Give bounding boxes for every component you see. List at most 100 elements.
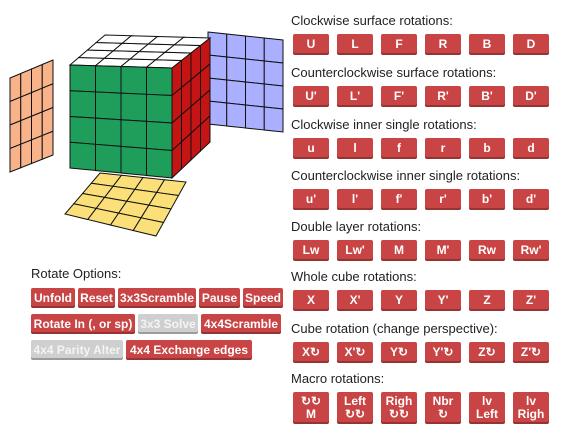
rotate-button[interactable]: f	[381, 138, 417, 159]
cube-sticker[interactable]	[263, 60, 284, 87]
cube-sticker[interactable]	[207, 31, 228, 58]
rotate-button[interactable]: ↻↻ M	[293, 392, 329, 424]
cube-sticker[interactable]	[95, 143, 122, 174]
cube-sticker[interactable]	[95, 117, 122, 147]
cube-viewport[interactable]	[0, 0, 285, 255]
back-face-projection[interactable]	[207, 31, 284, 133]
rotate-button[interactable]: L	[337, 34, 373, 55]
rotate-button[interactable]: Rw	[469, 240, 505, 261]
option-button[interactable]: 4x4Scramble	[201, 314, 281, 334]
cube-sticker[interactable]	[146, 66, 173, 97]
rotate-button[interactable]: B	[469, 34, 505, 55]
cube-sticker[interactable]	[69, 64, 96, 93]
cube-sticker[interactable]	[120, 119, 147, 149]
cube-sticker[interactable]	[207, 100, 228, 127]
rotate-button[interactable]: X↻	[293, 342, 329, 363]
rotate-button[interactable]: d'	[513, 189, 549, 210]
cube-sticker[interactable]	[69, 141, 96, 172]
option-button[interactable]: 4x4 Parity Alter	[31, 340, 123, 360]
cube-sticker[interactable]	[9, 143, 22, 173]
rotate-button[interactable]: r	[425, 138, 461, 159]
bottom-face-projection[interactable]	[64, 172, 187, 237]
rotate-button[interactable]: f'	[381, 189, 417, 210]
rotate-button[interactable]: B'	[469, 86, 505, 107]
rotate-button[interactable]: D	[513, 34, 549, 55]
option-button[interactable]: Reset	[78, 288, 115, 308]
cube-sticker[interactable]	[41, 130, 54, 160]
front-face[interactable]	[69, 64, 173, 179]
rotate-button[interactable]: R	[425, 34, 461, 55]
rotate-button[interactable]: Y	[381, 290, 417, 311]
cube-sticker[interactable]	[41, 106, 54, 137]
rotate-button[interactable]: Lw	[293, 240, 329, 261]
option-button[interactable]: Rotate In (, or sp)	[31, 314, 135, 334]
rotate-button[interactable]: Nbr ↻	[425, 392, 461, 424]
rotate-button[interactable]: D'	[513, 86, 549, 107]
rotate-button[interactable]: Z'	[513, 290, 549, 311]
cube-sticker[interactable]	[69, 115, 96, 145]
cube-sticker[interactable]	[226, 102, 246, 129]
rubiks-cube-4x4[interactable]	[9, 31, 284, 237]
rotate-button[interactable]: d	[513, 138, 549, 159]
rotate-button[interactable]: F	[381, 34, 417, 55]
cube-sticker[interactable]	[207, 54, 228, 81]
cube-sticker[interactable]	[263, 37, 284, 64]
cube-sticker[interactable]	[207, 77, 228, 104]
option-button[interactable]: 3x3 Solve	[138, 314, 198, 334]
cube-sticker[interactable]	[146, 120, 173, 152]
rotate-button[interactable]: R'	[425, 86, 461, 107]
cube-sticker[interactable]	[95, 91, 122, 121]
cube-sticker[interactable]	[245, 58, 265, 85]
rotate-button[interactable]: Z↻	[469, 342, 505, 363]
cube-sticker[interactable]	[146, 93, 173, 124]
cube-sticker[interactable]	[120, 145, 147, 177]
cube-sticker[interactable]	[146, 147, 173, 179]
rotate-button[interactable]: r'	[425, 189, 461, 210]
cube-sticker[interactable]	[226, 33, 246, 60]
rotate-button[interactable]: Lw'	[337, 240, 373, 261]
rotate-button[interactable]: U'	[293, 86, 329, 107]
left-face-projection[interactable]	[9, 59, 54, 173]
rotate-button[interactable]: F'	[381, 86, 417, 107]
rotate-button[interactable]: X	[293, 290, 329, 311]
cube-sticker[interactable]	[95, 65, 122, 94]
rotate-button[interactable]: M'	[425, 240, 461, 261]
cube-sticker[interactable]	[245, 35, 265, 62]
option-button[interactable]: Pause	[199, 288, 240, 308]
rotate-button[interactable]: lv Righ	[513, 392, 549, 424]
rotate-button[interactable]: Y↻	[381, 342, 417, 363]
rotate-button[interactable]: Left ↻↻	[337, 392, 373, 424]
rotate-button[interactable]: L'	[337, 86, 373, 107]
rotate-button[interactable]: b'	[469, 189, 505, 210]
rotate-button[interactable]: M	[381, 240, 417, 261]
cube-sticker[interactable]	[263, 106, 284, 133]
rotate-button[interactable]: b	[469, 138, 505, 159]
cube-sticker[interactable]	[69, 90, 96, 119]
rotate-button[interactable]: X'	[337, 290, 373, 311]
rotate-button[interactable]: Z'↻	[513, 342, 549, 363]
rotate-button[interactable]: Rw'	[513, 240, 549, 261]
option-button[interactable]: 3x3Scramble	[118, 288, 196, 308]
option-button[interactable]: Speed	[243, 288, 283, 308]
cube-sticker[interactable]	[31, 134, 43, 165]
cube-sticker[interactable]	[226, 56, 246, 83]
rotate-button[interactable]: Y'↻	[425, 342, 461, 363]
rotate-button[interactable]: X'↻	[337, 342, 373, 363]
rotate-button[interactable]: l	[337, 138, 373, 159]
option-button[interactable]: 4x4 Exchange edges	[126, 340, 252, 360]
cube-sticker[interactable]	[120, 92, 147, 122]
rotate-button[interactable]: l'	[337, 189, 373, 210]
rotate-button[interactable]: lv Left	[469, 392, 505, 424]
cube-sticker[interactable]	[263, 83, 284, 110]
cube-sticker[interactable]	[20, 139, 32, 169]
rotate-button[interactable]: U	[293, 34, 329, 55]
rotate-button[interactable]: u	[293, 138, 329, 159]
rotate-button[interactable]: Y'	[425, 290, 461, 311]
option-button[interactable]: Unfold	[31, 288, 75, 308]
cube-sticker[interactable]	[245, 81, 265, 108]
cube-sticker[interactable]	[226, 79, 246, 106]
rotate-button[interactable]: Righ ↻↻	[381, 392, 417, 424]
rotate-button[interactable]: Z	[469, 290, 505, 311]
rotate-button[interactable]: u'	[293, 189, 329, 210]
cube-sticker[interactable]	[120, 65, 147, 95]
